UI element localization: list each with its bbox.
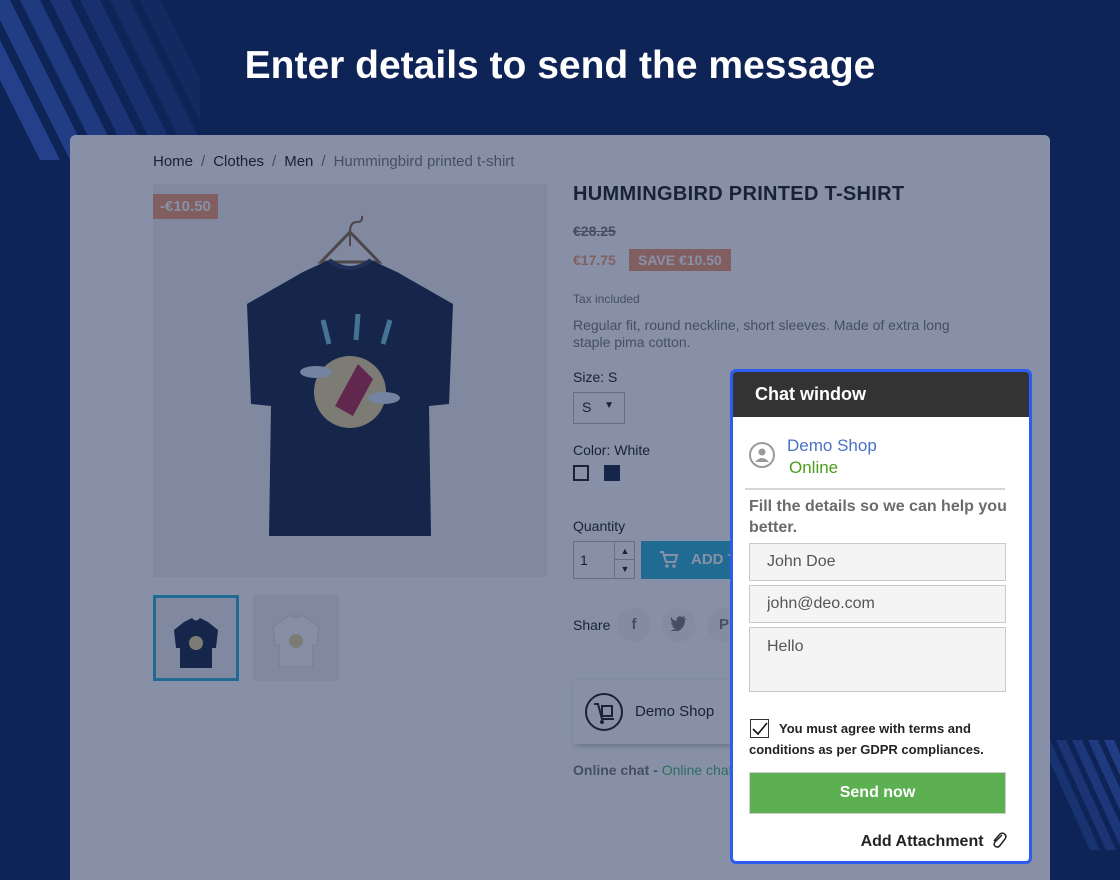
chat-window: Chat window Demo Shop Online Fill the de… xyxy=(730,369,1032,864)
product-thumbnail-navy[interactable] xyxy=(153,595,239,681)
breadcrumb-clothes[interactable]: Clothes xyxy=(213,153,264,170)
current-price: €17.75 xyxy=(573,252,616,268)
twitter-bird-glyph xyxy=(670,616,687,632)
tshirt-image xyxy=(247,215,453,536)
checkmark-icon xyxy=(752,722,768,736)
breadcrumb-current: Hummingbird printed t-shirt xyxy=(333,153,515,170)
agent-status: Online xyxy=(789,458,839,477)
save-badge: SAVE €10.50 xyxy=(629,249,731,271)
gdpr-consent-text: You must agree with terms and conditions… xyxy=(749,721,984,757)
breadcrumb: Home / Clothes / Men / Hummingbird printed t-s… xyxy=(153,153,514,170)
gdpr-consent-checkbox[interactable] xyxy=(750,719,769,738)
page-headline: Enter details to send the message xyxy=(244,44,876,87)
quantity-stepper: 1 ▲ ▼ xyxy=(573,541,635,579)
send-now-button[interactable]: Send now xyxy=(749,772,1006,814)
chat-intro-text: Fill the details so we can help you bett… xyxy=(749,498,1007,536)
breadcrumb-separator: / xyxy=(321,153,326,170)
message-field[interactable]: Hello xyxy=(749,627,1006,692)
user-circle-icon xyxy=(749,442,775,468)
product-main-image[interactable]: -€10.50 xyxy=(153,184,547,577)
name-field[interactable] xyxy=(749,543,1006,581)
breadcrumb-separator: / xyxy=(272,153,277,170)
color-label: Color: White xyxy=(573,442,651,458)
old-price: €28.25 xyxy=(573,223,616,239)
hand-truck-glyph xyxy=(594,703,614,724)
online-chat-status: Online chat - Online chat xyxy=(573,762,733,778)
quantity-label: Quantity xyxy=(573,518,626,534)
user-circle-glyph xyxy=(755,448,769,462)
twitter-icon[interactable] xyxy=(662,608,696,642)
cart-icon xyxy=(660,551,679,568)
product-title: HUMMINGBIRD PRINTED T-SHIRT xyxy=(573,183,905,205)
size-select[interactable]: S ▼ xyxy=(573,392,625,424)
add-attachment-link[interactable]: Add Attachment xyxy=(861,831,1007,851)
chat-divider xyxy=(745,488,1005,490)
share-label: Share xyxy=(573,617,611,633)
breadcrumb-men[interactable]: Men xyxy=(284,153,313,170)
online-chat-link[interactable]: Online chat xyxy=(662,762,733,778)
breadcrumb-home[interactable]: Home xyxy=(153,153,193,170)
email-field[interactable] xyxy=(749,585,1006,623)
online-chat-label: Online chat xyxy=(573,762,650,778)
color-swatch-navy[interactable] xyxy=(604,465,620,481)
tshirt-thumbnail-image xyxy=(272,614,320,668)
tshirt-thumbnail-image xyxy=(174,618,218,668)
tax-note: Tax included xyxy=(573,292,640,306)
seller-name: Demo Shop xyxy=(635,703,715,720)
facebook-icon[interactable]: f xyxy=(617,608,651,642)
decorative-stripes-bottom-right xyxy=(1040,740,1120,850)
breadcrumb-separator: / xyxy=(201,153,206,170)
discount-badge: -€10.50 xyxy=(153,194,218,219)
add-attachment-label: Add Attachment xyxy=(860,833,984,850)
product-description: Regular fit, round neckline, short sleev… xyxy=(573,317,950,350)
product-thumbnail-white[interactable] xyxy=(253,595,339,681)
hand-truck-icon xyxy=(585,693,623,731)
chevron-up-icon[interactable]: ▲ xyxy=(614,542,635,560)
dropdown-caret-icon: ▼ xyxy=(604,400,614,411)
paperclip-icon xyxy=(993,832,1007,848)
chat-window-title: Chat window xyxy=(733,372,1029,417)
color-swatch-white[interactable] xyxy=(573,465,589,481)
size-select-value: S xyxy=(582,399,592,415)
size-label: Size: S xyxy=(573,369,618,385)
chevron-down-icon[interactable]: ▼ xyxy=(614,560,635,578)
quantity-input[interactable]: 1 xyxy=(580,552,588,568)
agent-name: Demo Shop xyxy=(787,436,877,455)
